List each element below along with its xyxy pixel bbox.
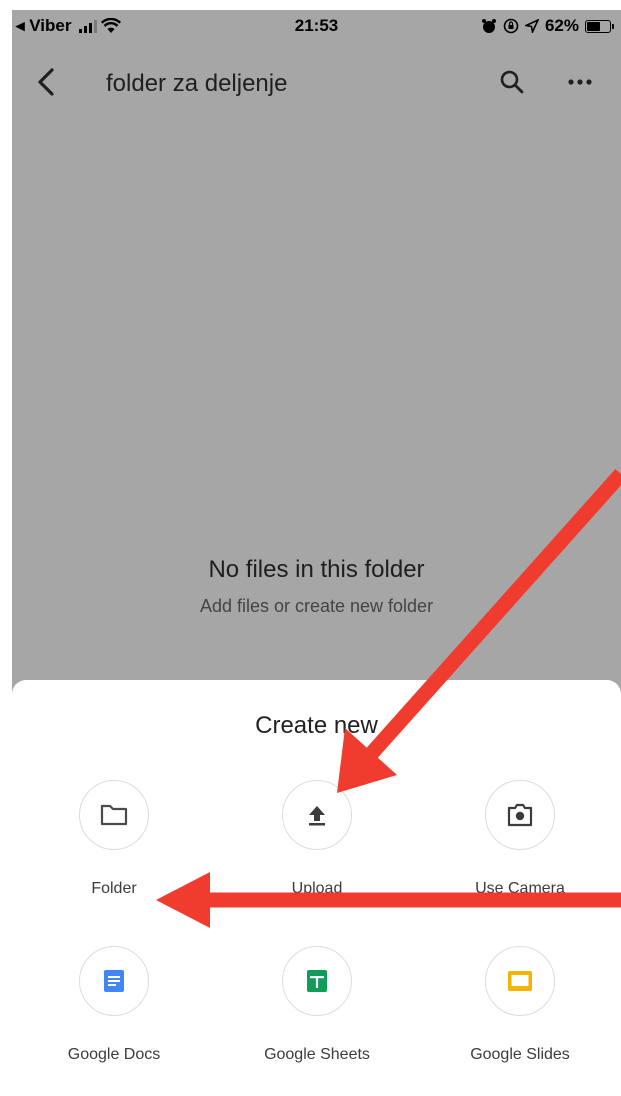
search-icon <box>500 70 524 94</box>
create-folder-option[interactable]: Folder <box>14 780 214 898</box>
option-label: Google Slides <box>470 1046 570 1063</box>
sheet-title: Create new <box>255 712 378 739</box>
google-sheets-option[interactable]: Google Sheets <box>217 946 417 1064</box>
google-sheets-button[interactable] <box>282 946 352 1016</box>
page-title: folder za deljenje <box>106 70 288 97</box>
status-bar: ◂ Viber 21:53 62% <box>12 10 621 44</box>
upload-option[interactable]: Upload <box>217 780 417 898</box>
option-label: Google Sheets <box>264 1046 370 1063</box>
google-docs-option[interactable]: Google Docs <box>14 946 214 1064</box>
google-slides-option[interactable]: Google Slides <box>420 946 620 1064</box>
more-options-button[interactable] <box>560 62 600 102</box>
empty-state: No files in this folder Add files or cre… <box>12 556 621 617</box>
create-new-sheet: Create new Folder Upload Use Camera Goog… <box>12 680 621 1096</box>
alarm-icon <box>481 19 496 33</box>
status-right: 62% <box>481 16 614 36</box>
use-camera-button[interactable] <box>485 780 555 850</box>
search-button[interactable] <box>492 62 532 102</box>
folder-icon <box>100 804 128 826</box>
empty-state-subtitle: Add files or create new folder <box>199 596 434 616</box>
option-label: Upload <box>291 880 343 897</box>
upload-icon <box>309 806 325 826</box>
orientation-lock-icon <box>503 18 519 34</box>
battery-percent: 62% <box>544 16 579 35</box>
upload-button[interactable] <box>282 780 352 850</box>
empty-state-title: No files in this folder <box>208 556 425 583</box>
chevron-left-icon <box>38 68 54 96</box>
option-label: Google Docs <box>67 1046 161 1063</box>
use-camera-option[interactable]: Use Camera <box>420 780 620 898</box>
google-docs-button[interactable] <box>79 946 149 1016</box>
google-docs-icon <box>104 970 124 992</box>
phone-screen: ◂ Viber 21:53 62% folder za deljenje No … <box>12 10 621 1096</box>
more-horizontal-icon <box>568 79 592 85</box>
google-slides-icon <box>508 971 532 991</box>
create-folder-button[interactable] <box>79 780 149 850</box>
google-slides-button[interactable] <box>485 946 555 1016</box>
option-label: Use Camera <box>475 880 565 897</box>
google-sheets-icon <box>307 970 327 992</box>
option-label: Folder <box>91 880 137 897</box>
app-header: folder za deljenje <box>12 44 621 122</box>
battery-icon <box>585 19 614 33</box>
location-icon <box>524 19 539 33</box>
back-button[interactable] <box>28 62 64 102</box>
camera-icon <box>507 803 533 827</box>
